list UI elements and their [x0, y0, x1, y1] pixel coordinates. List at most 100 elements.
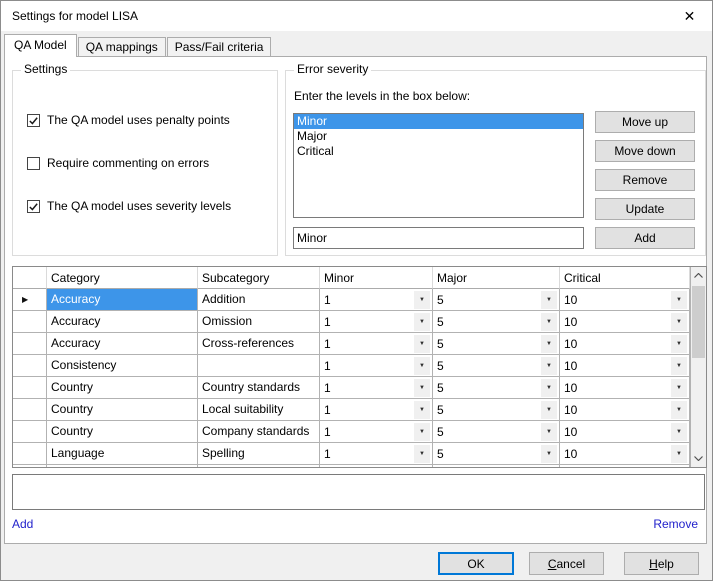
dropdown-button[interactable]: ▼ [541, 423, 557, 441]
dropdown-button[interactable]: ▼ [671, 335, 687, 353]
cell-critical[interactable]: 10▼ [560, 399, 690, 421]
cell-minor[interactable]: 1▼ [320, 399, 433, 421]
checkbox-checked[interactable] [27, 114, 40, 127]
remove-button[interactable]: Remove [595, 169, 695, 191]
scrollbar-thumb[interactable] [692, 286, 705, 358]
checkbox-checked[interactable] [27, 200, 40, 213]
severity-listbox[interactable]: MinorMajorCritical [293, 113, 584, 218]
cell-minor[interactable]: 1▼ [320, 311, 433, 333]
cell-category[interactable]: Country [47, 377, 198, 399]
cell-subcategory[interactable]: Country standards [198, 377, 320, 399]
dropdown-button[interactable]: ▼ [541, 445, 557, 463]
dropdown-button[interactable]: ▼ [414, 401, 430, 419]
dropdown-button[interactable]: ▼ [671, 291, 687, 309]
dropdown-button[interactable]: ▼ [414, 445, 430, 463]
dropdown-button[interactable]: ▼ [541, 291, 557, 309]
scrollbar-up-button[interactable] [691, 267, 706, 284]
cell-minor[interactable]: 1▼ [320, 377, 433, 399]
cell-critical[interactable]: 10▼ [560, 443, 690, 465]
help-button[interactable]: Help [624, 552, 699, 575]
cell-subcategory[interactable] [198, 355, 320, 377]
cell-subcategory[interactable]: Local suitability [198, 399, 320, 421]
cell-category[interactable]: Accuracy [47, 333, 198, 355]
cell-minor[interactable]: 1▼ [320, 333, 433, 355]
cell-category[interactable]: Country [47, 421, 198, 443]
move-down-button[interactable]: Move down [595, 140, 695, 162]
cell-category[interactable]: Country [47, 399, 198, 421]
cell-category[interactable]: Accuracy [47, 311, 198, 333]
remove-link[interactable]: Remove [653, 517, 698, 531]
row-header-cell[interactable] [13, 399, 47, 421]
update-button[interactable]: Update [595, 198, 695, 220]
tab-qa-mappings[interactable]: QA mappings [78, 37, 166, 56]
dropdown-button[interactable]: ▼ [414, 379, 430, 397]
cancel-button[interactable]: Cancel [529, 552, 604, 575]
add-link[interactable]: Add [12, 517, 33, 531]
list-item-critical[interactable]: Critical [294, 144, 583, 159]
comment-box[interactable] [12, 474, 705, 510]
dropdown-button[interactable]: ▼ [541, 357, 557, 375]
cell-subcategory[interactable]: Omission [198, 311, 320, 333]
row-header-cell[interactable]: ▶ [13, 289, 47, 311]
move-up-button[interactable]: Move up [595, 111, 695, 133]
cell-critical[interactable]: 10▼ [560, 355, 690, 377]
cell-category[interactable]: Language [47, 443, 198, 465]
cell-critical[interactable]: 10▼ [560, 333, 690, 355]
column-header-critical[interactable]: Critical [560, 267, 690, 289]
list-item-minor[interactable]: Minor [294, 114, 583, 129]
dropdown-button[interactable]: ▼ [541, 335, 557, 353]
add-button[interactable]: Add [595, 227, 695, 249]
cell-major[interactable]: 5▼ [433, 333, 560, 355]
cell-minor[interactable]: 1▼ [320, 289, 433, 311]
row-header-cell[interactable] [13, 311, 47, 333]
dropdown-button[interactable]: ▼ [414, 357, 430, 375]
dropdown-button[interactable]: ▼ [671, 357, 687, 375]
row-header-cell[interactable] [13, 443, 47, 465]
cell-minor[interactable]: 1▼ [320, 443, 433, 465]
cell-subcategory[interactable]: Spelling [198, 443, 320, 465]
cell-critical[interactable]: 10▼ [560, 289, 690, 311]
cell-subcategory[interactable]: Company standards [198, 421, 320, 443]
cell-minor[interactable]: 1▼ [320, 355, 433, 377]
cell-major[interactable]: 5▼ [433, 355, 560, 377]
dropdown-button[interactable]: ▼ [414, 313, 430, 331]
cell-minor[interactable]: 1▼ [320, 421, 433, 443]
scrollbar-down-button[interactable] [691, 450, 706, 467]
cell-category[interactable]: Accuracy [47, 289, 198, 311]
cell-subcategory[interactable]: Cross-references [198, 333, 320, 355]
dropdown-button[interactable]: ▼ [541, 401, 557, 419]
row-header-cell[interactable] [13, 333, 47, 355]
cell-major[interactable]: 5▼ [433, 421, 560, 443]
checkbox-unchecked[interactable] [27, 157, 40, 170]
column-header-category[interactable]: Category [47, 267, 198, 289]
dropdown-button[interactable]: ▼ [671, 313, 687, 331]
list-item-major[interactable]: Major [294, 129, 583, 144]
row-header-cell[interactable] [13, 421, 47, 443]
column-header-minor[interactable]: Minor [320, 267, 433, 289]
ok-button[interactable]: OK [438, 552, 514, 575]
dropdown-button[interactable]: ▼ [671, 445, 687, 463]
cell-critical[interactable]: 10▼ [560, 377, 690, 399]
column-header-subcategory[interactable]: Subcategory [198, 267, 320, 289]
dropdown-button[interactable]: ▼ [671, 401, 687, 419]
cell-critical[interactable]: 10▼ [560, 311, 690, 333]
grid-scrollbar[interactable] [690, 267, 706, 467]
cell-critical[interactable]: 10▼ [560, 421, 690, 443]
cell-subcategory[interactable]: Addition [198, 289, 320, 311]
cell-major[interactable]: 5▼ [433, 399, 560, 421]
cell-major[interactable]: 5▼ [433, 377, 560, 399]
dropdown-button[interactable]: ▼ [671, 379, 687, 397]
dropdown-button[interactable]: ▼ [414, 423, 430, 441]
dropdown-button[interactable]: ▼ [671, 423, 687, 441]
dropdown-button[interactable]: ▼ [541, 379, 557, 397]
column-header-major[interactable]: Major [433, 267, 560, 289]
level-input[interactable] [293, 227, 584, 249]
cell-major[interactable]: 5▼ [433, 289, 560, 311]
row-header-cell[interactable] [13, 377, 47, 399]
dropdown-button[interactable]: ▼ [414, 291, 430, 309]
dropdown-button[interactable]: ▼ [414, 335, 430, 353]
row-header-cell[interactable] [13, 355, 47, 377]
tab-pass-fail-criteria[interactable]: Pass/Fail criteria [167, 37, 272, 56]
tab-qa-model[interactable]: QA Model [4, 34, 77, 57]
cell-major[interactable]: 5▼ [433, 443, 560, 465]
